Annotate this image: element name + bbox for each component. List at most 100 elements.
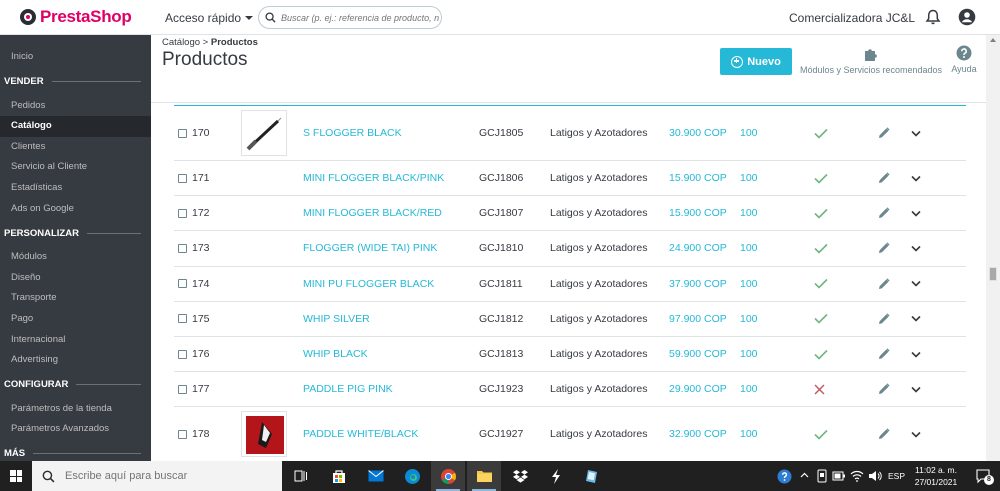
product-price[interactable]: 15.900 COP: [669, 196, 727, 230]
device-icon[interactable]: [817, 469, 827, 483]
sidebar-item-diseno[interactable]: Diseño: [0, 268, 151, 289]
edit-product-button[interactable]: [878, 372, 890, 406]
mail-icon[interactable]: [359, 461, 393, 491]
sidebar-item-advertising[interactable]: Advertising: [0, 350, 151, 371]
product-quantity[interactable]: 100: [740, 302, 758, 336]
row-checkbox[interactable]: [178, 314, 187, 324]
sidebar-item-catalogo[interactable]: Catálogo: [0, 116, 151, 137]
help-button[interactable]: Ayuda: [948, 45, 980, 74]
product-name-link[interactable]: MINI FLOGGER BLACK/RED: [303, 196, 442, 230]
help-tray-icon[interactable]: [777, 469, 792, 484]
product-quantity[interactable]: 100: [740, 372, 758, 406]
app-s-icon[interactable]: [539, 461, 573, 491]
taskbar-clock[interactable]: 11:02 a. m. 27/01/2021: [905, 464, 967, 488]
product-name-link[interactable]: WHIP BLACK: [303, 337, 368, 371]
battery-icon[interactable]: [832, 470, 846, 482]
row-checkbox[interactable]: [178, 208, 187, 218]
bell-icon[interactable]: [925, 9, 941, 26]
edit-product-button[interactable]: [878, 231, 890, 265]
product-status-toggle[interactable]: [814, 302, 828, 336]
edit-product-button[interactable]: [878, 302, 890, 336]
row-checkbox[interactable]: [178, 384, 187, 394]
row-actions-dropdown[interactable]: [911, 161, 921, 195]
edit-product-button[interactable]: [878, 196, 890, 230]
new-product-button[interactable]: Nuevo: [720, 48, 792, 75]
notepad-icon[interactable]: [575, 461, 609, 491]
product-quantity[interactable]: 100: [740, 231, 758, 265]
product-status-toggle[interactable]: [814, 196, 828, 230]
breadcrumb-parent[interactable]: Catálogo: [162, 37, 200, 48]
table-row[interactable]: 171 MINI FLOGGER BLACK/PINK GCJ1806 Latigos…: [174, 161, 966, 197]
product-price[interactable]: 37.900 COP: [669, 267, 727, 301]
row-actions-dropdown[interactable]: [911, 372, 921, 406]
row-checkbox[interactable]: [178, 279, 187, 289]
search-input[interactable]: [281, 12, 441, 23]
table-row[interactable]: 173 FLOGGER (WIDE TAI) PINK GCJ1810 Latigos…: [174, 231, 966, 267]
scrollbar-thumb[interactable]: [989, 267, 997, 281]
product-name-link[interactable]: MINI FLOGGER BLACK/PINK: [303, 161, 444, 195]
product-thumbnail[interactable]: [241, 411, 287, 458]
edit-product-button[interactable]: [878, 267, 890, 301]
sidebar-item-parametros-tienda[interactable]: Parámetros de la tienda: [0, 399, 151, 420]
product-status-toggle[interactable]: [814, 337, 828, 371]
sidebar-item-parametros-avanzados[interactable]: Parámetros Avanzados: [0, 419, 151, 440]
product-quantity[interactable]: 100: [740, 267, 758, 301]
dropbox-icon[interactable]: [503, 461, 537, 491]
row-actions-dropdown[interactable]: [911, 267, 921, 301]
row-actions-dropdown[interactable]: [911, 231, 921, 265]
edge-icon[interactable]: [395, 461, 429, 491]
row-checkbox[interactable]: [178, 173, 187, 183]
search-box[interactable]: [258, 6, 442, 29]
edit-product-button[interactable]: [878, 106, 890, 160]
table-row[interactable]: 177 PADDLE PIG PINK GCJ1923 Latigos y Azota…: [174, 372, 966, 408]
table-row[interactable]: 172 MINI FLOGGER BLACK/RED GCJ1807 Latigos …: [174, 196, 966, 232]
product-name-link[interactable]: WHIP SILVER: [303, 302, 370, 336]
wifi-icon[interactable]: [850, 470, 864, 482]
row-checkbox[interactable]: [178, 243, 187, 253]
windows-start-icon[interactable]: [10, 470, 22, 482]
product-status-toggle[interactable]: [814, 407, 828, 461]
product-status-toggle[interactable]: [814, 372, 825, 406]
chrome-icon[interactable]: [431, 461, 465, 491]
row-actions-dropdown[interactable]: [911, 196, 921, 230]
volume-icon[interactable]: [868, 470, 882, 482]
product-status-toggle[interactable]: [814, 161, 828, 195]
table-row[interactable]: 170 S FLOGGER BLACK GCJ1805 Latigos y Azota…: [174, 106, 966, 161]
product-status-toggle[interactable]: [814, 106, 828, 160]
product-quantity[interactable]: 100: [740, 407, 758, 461]
sidebar-item-clientes[interactable]: Clientes: [0, 137, 151, 158]
sidebar-item-servicio-cliente[interactable]: Servicio al Cliente: [0, 157, 151, 178]
sidebar-item-inicio[interactable]: Inicio: [0, 47, 151, 68]
product-status-toggle[interactable]: [814, 231, 828, 265]
product-name-link[interactable]: S FLOGGER BLACK: [303, 106, 402, 160]
product-name-link[interactable]: MINI PU FLOGGER BLACK: [303, 267, 434, 301]
company-name[interactable]: Comercializadora JC&L: [789, 11, 915, 25]
chevron-up-icon[interactable]: [800, 472, 809, 478]
table-row[interactable]: 176 WHIP BLACK GCJ1813 Latigos y Azotadores…: [174, 337, 966, 373]
file-explorer-icon[interactable]: [467, 461, 501, 491]
product-price[interactable]: 97.900 COP: [669, 302, 727, 336]
product-price[interactable]: 59.900 COP: [669, 337, 727, 371]
sidebar-item-estadisticas[interactable]: Estadísticas: [0, 178, 151, 199]
product-thumbnail[interactable]: [241, 110, 287, 156]
quick-access-dropdown[interactable]: Acceso rápido: [165, 11, 254, 25]
row-actions-dropdown[interactable]: [911, 407, 921, 461]
product-price[interactable]: 15.900 COP: [669, 161, 727, 195]
table-row[interactable]: 178 PADDLE WHITE/BLACK GCJ1927 Latigos y Az…: [174, 407, 966, 463]
table-row[interactable]: 175 WHIP SILVER GCJ1812 Latigos y Azotadore…: [174, 302, 966, 337]
product-quantity[interactable]: 100: [740, 337, 758, 371]
taskbar-search-input[interactable]: [65, 470, 265, 482]
taskbar-search[interactable]: [32, 461, 282, 491]
language-indicator[interactable]: ESP: [888, 461, 905, 491]
product-name-link[interactable]: PADDLE WHITE/BLACK: [303, 407, 418, 461]
row-checkbox[interactable]: [178, 349, 187, 359]
task-view-icon[interactable]: [284, 461, 318, 491]
row-actions-dropdown[interactable]: [911, 106, 921, 160]
table-row[interactable]: 174 MINI PU FLOGGER BLACK GCJ1811 Latigos y…: [174, 267, 966, 302]
scroll-up-icon[interactable]: [990, 38, 996, 42]
row-actions-dropdown[interactable]: [911, 337, 921, 371]
sidebar-item-pedidos[interactable]: Pedidos: [0, 96, 151, 117]
product-name-link[interactable]: FLOGGER (WIDE TAI) PINK: [303, 231, 437, 265]
product-price[interactable]: 32.900 COP: [669, 407, 727, 461]
sidebar-item-ads-google[interactable]: Ads on Google: [0, 199, 151, 220]
